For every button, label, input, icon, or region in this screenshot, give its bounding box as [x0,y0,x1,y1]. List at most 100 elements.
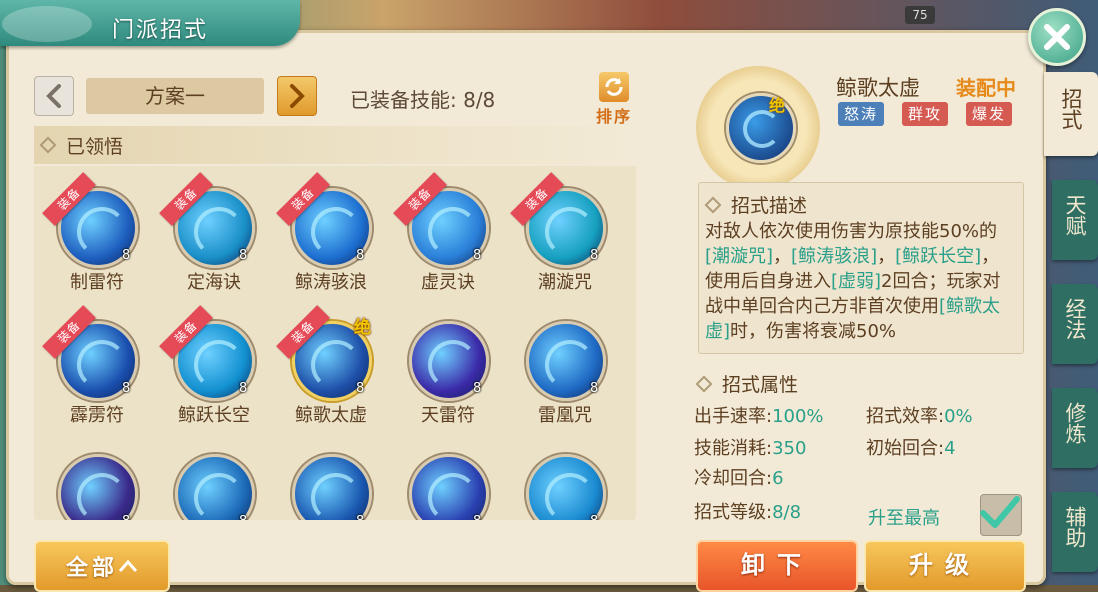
attributes-title: 招式属性 [722,374,799,396]
diamond-icon [695,375,713,392]
attr-label: 出手速率: [694,406,773,427]
attr-speed: 出手速率:100% [694,402,824,428]
attr-value: 6 [772,468,784,489]
equipped-count: 已装备技能: 8/8 [350,88,496,112]
hud-counter: 75 [905,6,935,24]
chevron-right-icon [290,84,305,108]
description-title: 招式描述 [731,195,808,217]
tab-moves[interactable]: 招式 [1044,72,1098,156]
description-header: 招式描述 [699,191,1023,218]
prev-scheme-button[interactable] [34,76,74,116]
description-box[interactable]: 招式描述 对敌人依次使用伤害为原技能50%的[潮漩咒]，[鲸涛骇浪]，[鲸跃长空… [698,182,1024,354]
tab-label: 辅助 [1063,506,1087,548]
skill-slot[interactable]: 8 [276,440,386,520]
skill-name: 鲸跃长空 [178,405,250,426]
skill-slot[interactable]: 8 [42,440,152,520]
tab-assist[interactable]: 辅助 [1052,492,1098,572]
skill-slot[interactable]: 8 [510,440,620,520]
skill-level: 8 [590,381,599,396]
tab-label: 招式 [1059,88,1083,130]
attr-efficiency: 招式效率:0% [866,402,973,428]
attr-label: 技能消耗: [694,438,773,459]
skill-slot[interactable]: 装备 8 鲸涛骇浪 [276,172,386,294]
skill-name: 鲸歌太虚 [295,405,367,426]
cloud-decoration [2,6,92,42]
attr-cost: 技能消耗:350 [694,434,806,460]
skill-level: 8 [473,248,482,263]
skill-slot[interactable]: 装备 8 鲸跃长空 [159,305,269,427]
skill-slot[interactable]: 装备 8 制雷符 [42,172,152,294]
sort-label: 排序 [595,107,632,126]
skill-name: 天雷符 [421,405,475,426]
skill-slot[interactable]: 8 雷凰咒 [510,307,620,427]
skill-reference: [虚弱] [831,271,882,292]
attr-value: 100% [772,406,824,427]
skill-tag: 群攻 [902,102,949,126]
description-segment: 时，伤害将衰减50% [730,321,897,342]
page-title: 门派招式 [112,18,209,43]
attr-value: 4 [944,438,956,459]
skill-level: 8 [356,248,365,263]
tab-talent[interactable]: 天赋 [1052,180,1098,260]
learned-section-header: 已领悟 [34,126,636,164]
jue-badge: 绝 [354,318,371,338]
skill-icon [409,454,489,520]
maxed-checkbox[interactable] [980,494,1022,536]
skill-level: 8 [122,381,131,396]
scheme-name: 方案一 [86,78,264,114]
learned-label: 已领悟 [66,135,124,158]
skill-name: 雷凰咒 [538,405,592,426]
maxed-label: 升至最高 [868,508,940,529]
attr-level: 招式等级:8/8 [694,498,801,524]
close-button[interactable] [1028,8,1086,66]
attr-value: 8/8 [772,502,802,523]
skill-level: 8 [356,514,364,520]
description-segment: 对敌人依次使用伤害为原技能50%的 [705,221,998,242]
tab-label: 修炼 [1063,402,1087,444]
skill-slot[interactable]: 装备 8 潮漩咒 [510,172,620,294]
attributes-header: 招式属性 [690,370,798,397]
chevron-left-icon [46,84,61,108]
skill-name: 定海诀 [187,272,241,293]
skill-icon [292,454,372,520]
jue-badge: 绝 [769,96,786,115]
skill-slot[interactable]: 8 [393,440,503,520]
attr-label: 招式等级: [694,502,773,523]
skill-level: 8 [239,248,248,263]
skill-level: 8 [473,381,482,396]
attr-label: 冷却回合: [694,468,773,489]
skill-level: 8 [122,514,130,520]
tab-cultivation[interactable]: 修炼 [1052,388,1098,468]
next-scheme-button[interactable] [277,76,317,116]
filter-all-button[interactable]: 全部 [34,540,170,592]
filter-all-label: 全部 [65,556,118,581]
attr-value: 350 [772,438,807,459]
skill-slot[interactable]: 8 [159,440,269,520]
skill-slot[interactable]: 装备 8 虚灵诀 [393,172,503,294]
skill-tag: 爆发 [966,102,1013,126]
skill-slot[interactable]: 装备 8 霹雳符 [42,305,152,427]
skill-level: 8 [473,514,481,520]
skill-slot[interactable]: 8 天雷符 [393,307,503,427]
close-icon [1044,24,1070,50]
tab-scripture[interactable]: 经法 [1052,284,1098,364]
unequip-button[interactable]: 卸下 [696,540,858,592]
attr-label: 招式效率: [866,406,945,427]
skill-slot[interactable]: 装备 8 定海诀 [159,172,269,294]
skill-level: 8 [239,514,247,520]
skill-level: 8 [356,381,365,396]
skill-name: 鲸涛骇浪 [295,272,367,293]
skill-slot[interactable]: 装备绝 8 鲸歌太虚 [276,305,386,427]
sort-button[interactable]: 排序 [592,72,636,128]
upgrade-button[interactable]: 升级 [864,540,1026,592]
skill-level: 8 [590,514,598,520]
skills-grid: 装备 8 制雷符 装备 8 定海诀 装备 8 鲸涛骇浪 装备 8 虚灵诀 装备 8 潮漩咒 装备 8 霹雳符 装备 8… [34,166,636,520]
skill-icon [175,454,255,520]
description-segment: ， [773,246,792,267]
attr-init-round: 初始回合:4 [866,434,956,460]
skill-icon [58,454,138,520]
skill-tag: 怒涛 [838,102,885,126]
chevron-up-icon [118,559,138,572]
skill-level: 8 [239,381,248,396]
attr-cooldown: 冷却回合:6 [694,464,784,490]
